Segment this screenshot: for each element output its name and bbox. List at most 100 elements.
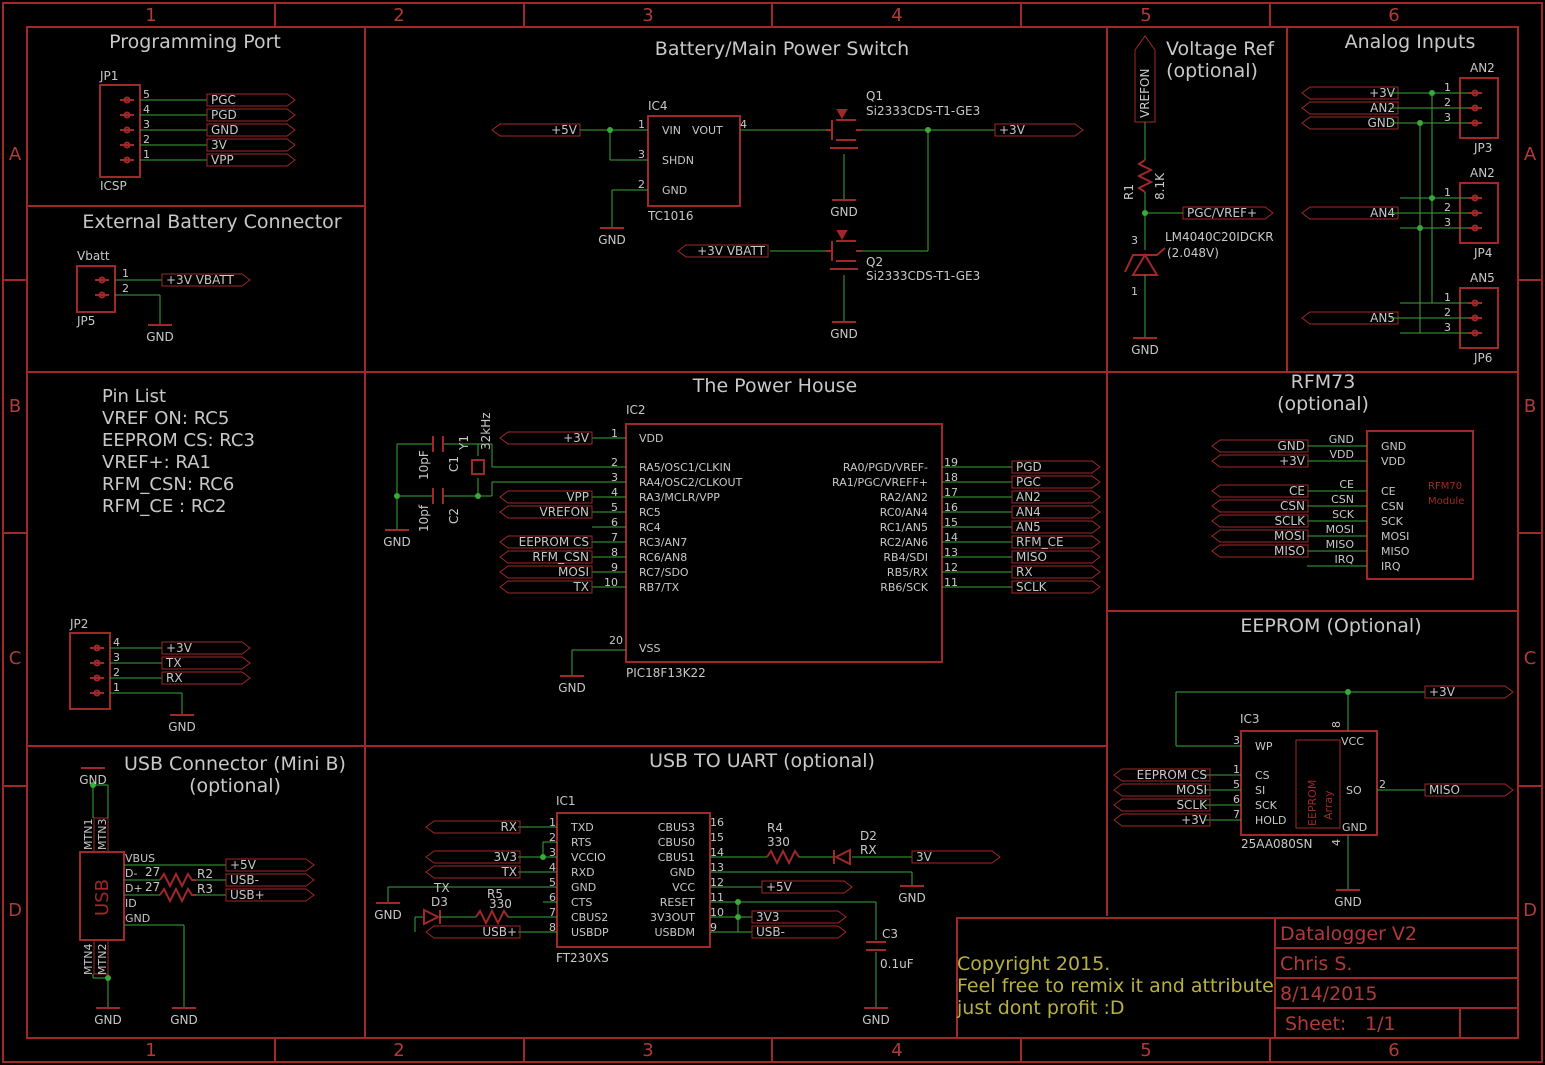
svg-text:VPP: VPP [566,490,589,504]
ic2-pin-name: RB7/TX [639,581,680,594]
pin-list-title: Pin List [102,386,166,407]
svg-text:RX: RX [1016,565,1033,579]
svg-text:MISO: MISO [1016,550,1047,564]
ic2-net: PGD [1011,460,1101,474]
y1-ref: Y1 [457,435,471,451]
svg-text:2: 2 [122,282,129,295]
title-external-battery: External Battery Connector [82,211,341,233]
usb-mtn: MTN3 [96,819,109,850]
rfm-pin-name: GND [1381,440,1406,453]
svg-text:1: 1 [122,267,129,280]
jp1-net-pgd: PGD [206,108,296,122]
pin-list: Pin List VREF ON: RC5 EEPROM CS: RC3 VRE… [102,386,255,517]
svg-text:MOSI: MOSI [558,565,589,579]
usb-pin: ID [125,897,137,910]
c3-ref: C3 [882,927,898,941]
ic1-ref: IC1 [556,794,576,808]
ic1-pin-name: CBUS0 [658,836,695,849]
ic2-pin-name: RA2/AN2 [880,491,928,504]
an2-label: AN2 [1470,61,1495,75]
ground-symbol: GND [374,902,402,922]
ic2-pin-name: RC6/AN8 [639,551,687,564]
ic1-net-tx: TX [425,865,521,879]
analog-pin-num: 3 [1444,321,1451,334]
ic2-pin-name: RC2/AN6 [880,536,928,549]
rfm-net: GND [1211,439,1309,453]
ic1-pin-num: 16 [710,816,724,829]
y1-value: 32kHz [479,412,493,450]
ic3-ref: IC3 [1240,712,1260,726]
frame-column-label: 5 [1140,1040,1151,1061]
vref-diode-value: (2.048V) [1167,246,1219,260]
svg-text:RFM_CE: RFM_CE [1016,535,1064,549]
svg-text:AN4: AN4 [1016,505,1041,519]
ic2-pin-name: RA5/OSC1/CLKIN [639,461,731,474]
ic2-pin-name: RC4 [639,521,661,534]
ic4-value: TC1016 [647,209,694,223]
c2-ref: C2 [447,508,461,524]
ic1-pin-name: CBUS3 [658,821,695,834]
svg-text:USB+: USB+ [482,925,517,939]
svg-text:3V: 3V [916,850,933,864]
ground-symbol: GND [1131,337,1159,357]
jp1-icsp-header: JP1 ICSP 5 PGC 4 PGD 3 GND 2 3V 1 VPP [99,69,296,193]
usb-mtn: MTN4 [82,944,95,975]
jp2-net: TX [161,656,251,670]
an4-header-label: AN2 [1470,166,1495,180]
pin-list-item: RFM_CE : RC2 [102,496,226,517]
ic3-net-3v: +3V [1424,685,1514,699]
jp1-pin-num: 3 [143,118,150,131]
jp5-name: Vbatt [77,249,110,263]
title-block: Datalogger V2 Chris S. 8/14/2015 Sheet: … [956,917,1518,1038]
usb-mtn: MTN1 [82,819,95,850]
frame-row-label: C [1524,648,1537,669]
ic2-net: SCLK [1011,580,1101,594]
subtitle-usb-connector: (optional) [189,775,281,797]
svg-text:USB-: USB- [756,925,785,939]
title-usb-connector: USB Connector (Mini B) [124,753,346,775]
copyright-line: Copyright 2015. [957,953,1110,975]
svg-text:CE: CE [1289,484,1305,498]
an2-net: AN2 [1301,101,1399,115]
jp5-ref: JP5 [76,314,95,328]
an5-net: AN5 [1301,311,1399,325]
schematic-sheet: 1 1 2 2 3 3 4 4 5 5 6 6 A A B B C C D D Programming Port Ex… [2,2,1543,1063]
svg-text:+5V: +5V [230,858,257,872]
ic3-inner-label: EEPROM [1306,780,1319,826]
svg-text:+5V: +5V [766,880,793,894]
ic1-pin-name: RTS [571,836,592,849]
rfm-pin-label: CE [1339,478,1354,491]
frame-column-label: 1 [145,5,156,26]
vref-net-out: PGC/VREF+ [1182,206,1274,220]
ic3-pin-name: HOLD [1255,814,1287,827]
ic2-pin-name: RC1/AN5 [880,521,928,534]
frame-row-label: A [9,144,22,165]
frame-column-label: 4 [891,5,902,26]
jp1-pin-num: 2 [143,133,150,146]
ic3-pin-num: 6 [1233,793,1240,806]
ground-symbol: GND [146,324,174,344]
svg-text:SCLK: SCLK [1274,514,1306,528]
usb-label: USB [92,879,113,916]
title-analog-inputs: Analog Inputs [1345,31,1476,53]
ic1-net-usbm: USB- [751,925,847,939]
svg-text:PGD: PGD [1016,460,1042,474]
rfm-pin-label: IRQ [1334,553,1354,566]
r5-value: 330 [489,897,512,911]
frame-row-label: B [1524,396,1536,417]
svg-text:GND: GND [170,1013,198,1027]
frame-column-label: 6 [1388,5,1399,26]
an2-net: GND [1301,116,1399,130]
analog-pin-num: 1 [1444,291,1451,304]
q2-mosfet [826,230,862,270]
ground-symbol: GND [1334,889,1362,909]
ic2-pin-name: RA1/PGC/VREFF+ [832,476,928,489]
c3-value: 0.1uF [880,957,914,971]
ic3-pin-name: CS [1255,769,1270,782]
ic1-net-3v: 3V [911,850,1001,864]
title-battery-switch: Battery/Main Power Switch [655,38,909,60]
ground-symbol: GND [898,885,926,905]
svg-text:+3V: +3V [1279,454,1306,468]
jp2-net: RX [161,671,251,685]
ground-symbol: GND [94,1007,122,1027]
